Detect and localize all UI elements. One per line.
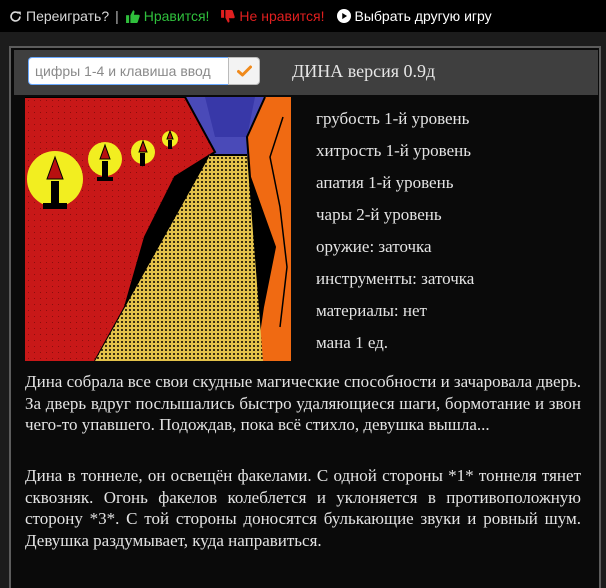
stat-rudeness: грубость 1-й уровень [316,109,470,128]
stat-mana: мана 1 ед. [316,333,389,352]
replay-link[interactable]: Переиграть? [9,8,109,24]
stat-tools: инструменты: заточка [316,269,475,288]
checkmark-icon [236,65,252,77]
game-title: ДИНА версия 0.9д [292,61,436,81]
character-stats: грубость 1-й уровень хитрость 1-й уровен… [316,108,474,364]
dislike-label: Не нравится! [239,8,325,24]
stat-cunning: хитрость 1-й уровень [316,141,471,160]
refresh-icon [10,10,21,22]
like-label: Нравится! [143,8,210,24]
thumbs-up-icon [125,9,140,23]
choose-other-game-button[interactable]: Выбрать другую игру [336,8,492,24]
story-paragraph: Дина в тоннеле, он освещён факелами. С о… [25,466,581,550]
stat-charms: чары 2-й уровень [316,205,442,224]
submit-button[interactable] [228,57,260,85]
command-input[interactable] [28,57,228,85]
choose-other-game-label: Выбрать другую игру [354,8,492,24]
stat-apathy: апатия 1-й уровень [316,173,454,192]
top-toolbar: Переиграть? | Нравится! Не нравится! Выб… [0,0,606,32]
tunnel-scene-image [25,97,291,361]
command-bar: ДИНА версия 0.9д [14,50,598,95]
thumbs-down-icon [221,9,236,23]
dislike-button[interactable]: Не нравится! [221,8,325,24]
play-circle-icon [336,9,351,23]
stat-materials: материалы: нет [316,301,427,320]
replay-label: Переиграть? [26,8,110,24]
stat-weapon: оружие: заточка [316,237,432,256]
like-button[interactable]: Нравится! [125,8,210,24]
toolbar-separator: | [115,8,119,24]
story-paragraph: Дина собрала все свои скудные магические… [25,372,581,434]
